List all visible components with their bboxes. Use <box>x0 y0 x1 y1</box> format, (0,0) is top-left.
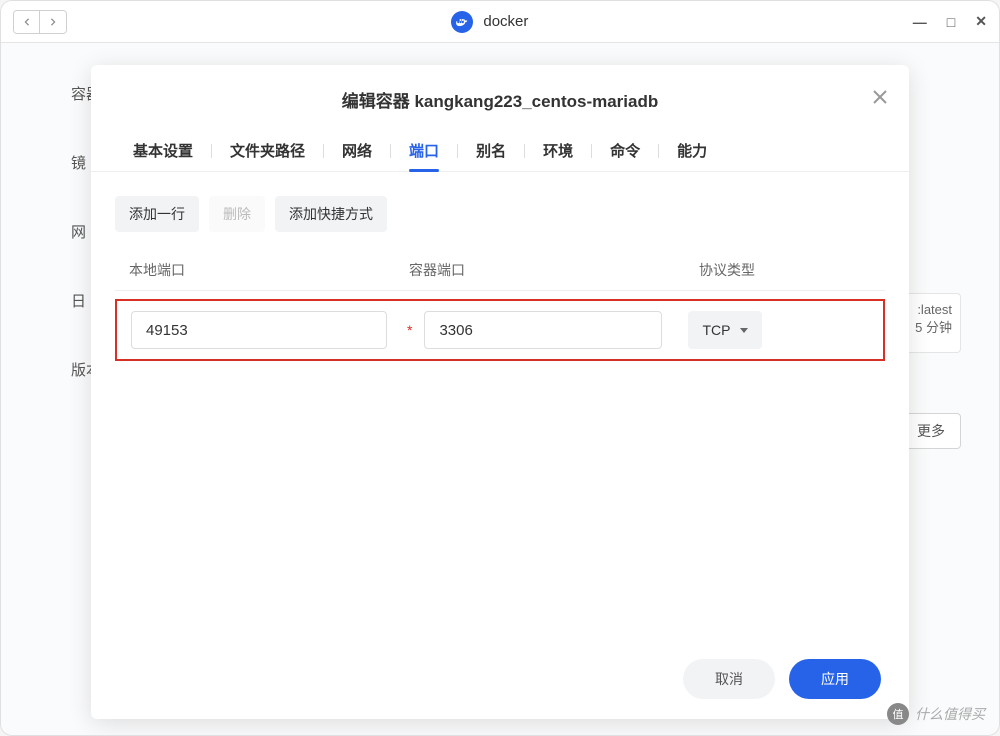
modal-footer: 取消 应用 <box>91 639 909 719</box>
local-port-input[interactable] <box>131 311 387 349</box>
nav-buttons <box>13 10 67 34</box>
modal-title: 编辑容器 kangkang223_centos-mariadb <box>342 87 658 112</box>
toolbar: 添加一行 删除 添加快捷方式 <box>91 172 909 250</box>
col-container-port: 容器端口 <box>395 260 685 280</box>
protocol-select[interactable]: TCP <box>688 311 762 349</box>
tab-basic[interactable]: 基本设置 <box>115 130 211 171</box>
table-header: 本地端口 容器端口 协议类型 <box>115 250 885 291</box>
modal-close-button[interactable] <box>873 87 887 110</box>
apply-button[interactable]: 应用 <box>789 659 881 699</box>
chevron-down-icon <box>740 328 748 333</box>
watermark-text: 什么值得买 <box>915 704 985 724</box>
close-window-button[interactable]: ✕ <box>975 13 987 30</box>
docker-icon <box>451 11 473 33</box>
window-title-area: docker <box>67 11 913 33</box>
col-protocol: 协议类型 <box>685 260 885 280</box>
tabs: 基本设置 文件夹路径 网络 端口 别名 环境 命令 能力 <box>91 130 909 172</box>
tab-ports[interactable]: 端口 <box>391 130 457 171</box>
bg-more-button[interactable]: 更多 <box>901 413 961 449</box>
delete-button[interactable]: 删除 <box>209 196 265 232</box>
minimize-button[interactable]: — <box>913 14 927 30</box>
nav-forward-button[interactable] <box>40 11 66 33</box>
watermark: 值 什么值得买 <box>887 703 985 725</box>
bg-uptime: 5 分钟 <box>910 317 952 336</box>
tab-network[interactable]: 网络 <box>324 130 390 171</box>
add-shortcut-button[interactable]: 添加快捷方式 <box>275 196 387 232</box>
edit-container-modal: 编辑容器 kangkang223_centos-mariadb 基本设置 文件夹… <box>91 65 909 719</box>
container-port-input[interactable] <box>424 311 662 349</box>
tab-command[interactable]: 命令 <box>592 130 658 171</box>
table-row: * TCP <box>115 299 885 361</box>
tab-folder-path[interactable]: 文件夹路径 <box>212 130 323 171</box>
ports-table: 本地端口 容器端口 协议类型 * TCP <box>91 250 909 639</box>
window-title-text: docker <box>483 13 528 30</box>
nav-back-button[interactable] <box>14 11 40 33</box>
bg-image-tag: :latest <box>910 302 952 317</box>
tab-environment[interactable]: 环境 <box>525 130 591 171</box>
modal-header: 编辑容器 kangkang223_centos-mariadb <box>91 65 909 130</box>
tab-capabilities[interactable]: 能力 <box>659 130 725 171</box>
maximize-button[interactable]: □ <box>947 14 955 30</box>
bg-card-info: :latest 5 分钟 <box>901 293 961 353</box>
tab-alias[interactable]: 别名 <box>458 130 524 171</box>
watermark-icon: 值 <box>887 703 909 725</box>
window-controls: — □ ✕ <box>913 13 987 30</box>
required-indicator: * <box>407 322 412 338</box>
window-titlebar: docker — □ ✕ <box>1 1 999 43</box>
protocol-value: TCP <box>702 322 730 338</box>
add-row-button[interactable]: 添加一行 <box>115 196 199 232</box>
cancel-button[interactable]: 取消 <box>683 659 775 699</box>
col-local-port: 本地端口 <box>115 260 395 280</box>
